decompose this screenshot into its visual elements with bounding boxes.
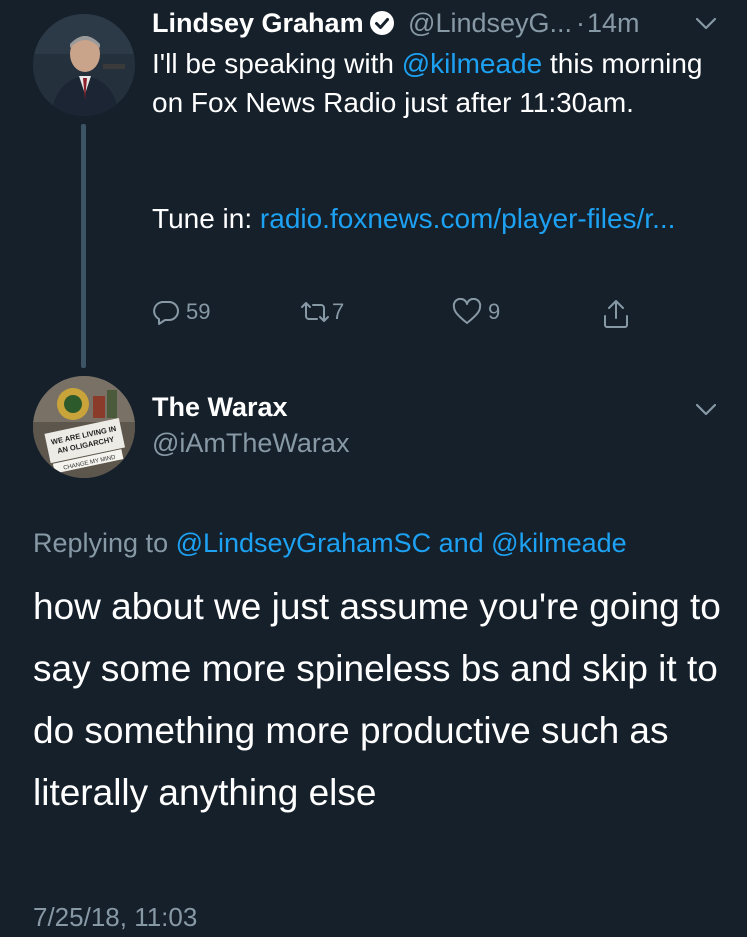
tweet-body: I'll be speaking with @kilmeade this mor… <box>152 44 712 122</box>
tweet-text-start: I'll be speaking with <box>152 48 402 79</box>
reply-body: how about we just assume you're going to… <box>33 586 721 813</box>
reply-action[interactable]: 59 <box>152 298 210 326</box>
replying-mention-kilmeade[interactable]: @kilmeade <box>491 528 626 558</box>
replying-to-line: Replying to @LindseyGrahamSC and @kilmea… <box>33 528 627 559</box>
author-handle[interactable]: @LindseyG... <box>408 8 572 38</box>
retweet-count: 7 <box>332 299 345 324</box>
chevron-down-icon[interactable] <box>694 16 718 37</box>
like-count: 9 <box>488 299 501 324</box>
tweet-tune-in: Tune in: radio.foxnews.com/player-files/… <box>152 199 732 238</box>
thread-connector-line <box>81 124 86 368</box>
retweet-action[interactable]: 7 <box>298 298 344 326</box>
reply-author-handle[interactable]: @iAmTheWarax <box>152 428 349 459</box>
reply-icon <box>153 301 179 325</box>
warax-avatar[interactable]: WE ARE LIVING IN AN OLIGARCHY CHANGE MY … <box>33 376 135 478</box>
like-action[interactable]: 9 <box>452 298 500 326</box>
retweet-icon <box>301 302 329 322</box>
replying-mention-lindsey[interactable]: @LindseyGrahamSC <box>176 528 432 558</box>
chevron-down-icon[interactable] <box>694 402 718 423</box>
lindsey-graham-avatar[interactable] <box>33 14 135 116</box>
avatar-photo <box>33 14 135 116</box>
author-name[interactable]: Lindsey Graham <box>152 8 364 38</box>
avatar-photo: WE ARE LIVING IN AN OLIGARCHY CHANGE MY … <box>33 376 135 478</box>
time-separator: · <box>576 8 586 38</box>
tune-in-label: Tune in: <box>152 203 260 234</box>
mention-link[interactable]: @kilmeade <box>402 48 542 79</box>
verified-badge-icon <box>369 11 394 35</box>
reply-count: 59 <box>186 299 211 324</box>
share-icon[interactable] <box>600 298 632 335</box>
reply-timestamp[interactable]: 7/25/18, 11:03 <box>33 902 197 933</box>
replying-prefix: Replying to <box>33 528 176 558</box>
tweet-time-ago[interactable]: 14m <box>587 8 640 38</box>
replying-and: and <box>431 528 492 558</box>
tweet-header: Lindsey Graham @LindseyG... ·14m <box>152 8 640 39</box>
radio-link[interactable]: radio.foxnews.com/player-files/r... <box>260 203 676 234</box>
reply-author-name[interactable]: The Warax <box>152 392 288 423</box>
heart-icon <box>452 298 482 324</box>
